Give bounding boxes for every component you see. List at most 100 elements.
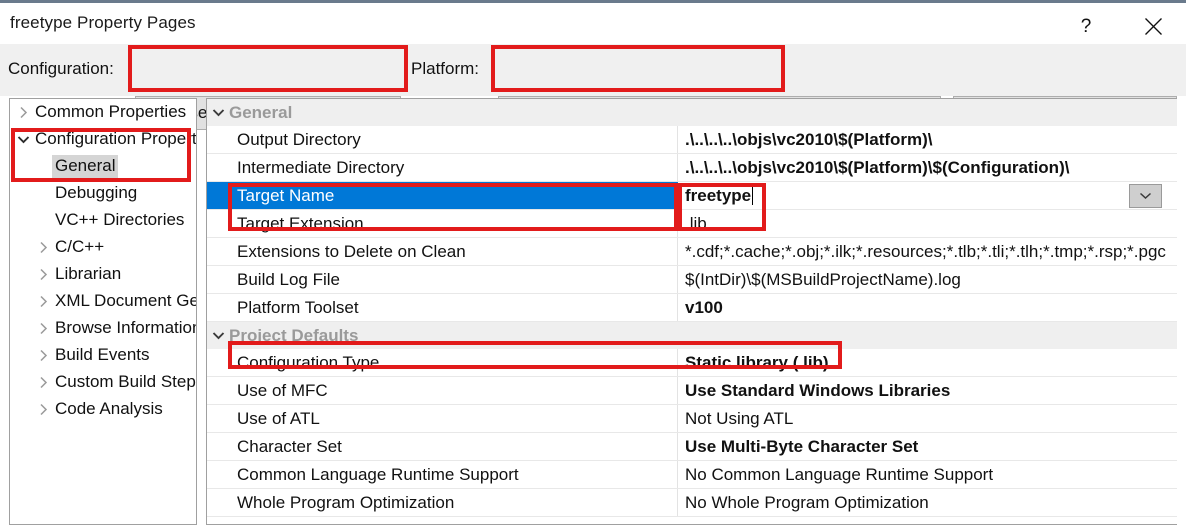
property-name: Common Language Runtime Support (207, 461, 678, 488)
tree-item-label: Librarian (52, 263, 124, 286)
property-value-text: freetype (685, 186, 751, 206)
close-icon (1144, 17, 1163, 36)
property-row[interactable]: Output Directory .\..\..\..\objs\vc2010\$… (207, 126, 1177, 154)
property-value-text: No Whole Program Optimization (685, 493, 929, 513)
title-bar: freetype Property Pages ? (0, 0, 1186, 44)
configuration-label: Configuration: (8, 59, 114, 79)
help-button[interactable]: ? (1063, 6, 1109, 47)
property-value[interactable]: .\..\..\..\objs\vc2010\$(Platform)\$(Con… (678, 154, 1177, 181)
grid-category-project-defaults[interactable]: Project Defaults (207, 322, 1177, 349)
property-row[interactable]: Whole Program Optimization No Whole Progr… (207, 489, 1177, 517)
grid-category-label: General (229, 103, 292, 123)
property-value-text: $(IntDir)\$(MSBuildProjectName).log (685, 270, 961, 290)
property-pages-dialog: freetype Property Pages ? Configuration:… (0, 0, 1186, 525)
property-name: Target Name (207, 182, 678, 209)
tree-item-label: Browse Information (52, 317, 197, 340)
property-value-text: .\..\..\..\objs\vc2010\$(Platform)\ (685, 130, 933, 150)
tree-item-label: XML Document Generator (52, 290, 197, 313)
tree-item-code-analysis[interactable]: Code Analysis (10, 396, 196, 423)
close-button[interactable] (1130, 6, 1176, 47)
property-name: Output Directory (207, 126, 678, 153)
property-value[interactable]: No Common Language Runtime Support (678, 461, 1177, 488)
property-row[interactable]: Intermediate Directory .\..\..\..\objs\vc… (207, 154, 1177, 182)
property-value[interactable]: Not Using ATL (678, 405, 1177, 432)
tree-item-label: C/C++ (52, 236, 107, 259)
tree-item-label: Code Analysis (52, 398, 166, 421)
property-name: Build Log File (207, 266, 678, 293)
chevron-right-icon[interactable] (34, 295, 52, 308)
question-mark-icon: ? (1081, 17, 1092, 36)
property-value[interactable]: .lib (678, 210, 1177, 237)
configuration-toolbar: Configuration: Release Multithreaded Pla… (0, 44, 1186, 96)
property-row[interactable]: Target Extension.lib (207, 210, 1177, 238)
tree-item-label: VC++ Directories (52, 209, 187, 232)
chevron-down-icon[interactable] (207, 331, 229, 340)
property-value-text: Static library (.lib) (685, 353, 829, 373)
property-row[interactable]: Target Name freetype (207, 182, 1177, 210)
property-value[interactable]: freetype (678, 182, 1177, 209)
tree-item-vc-directories[interactable]: VC++ Directories (10, 207, 196, 234)
property-name: Use of MFC (207, 377, 678, 404)
property-value[interactable]: .\..\..\..\objs\vc2010\$(Platform)\ (678, 126, 1177, 153)
chevron-right-icon[interactable] (34, 241, 52, 254)
tree-item-label: Build Events (52, 344, 153, 367)
property-row[interactable]: Use of MFC Use Standard Windows Libraries (207, 377, 1177, 405)
property-value-text: Use Standard Windows Libraries (685, 381, 950, 401)
property-row[interactable]: Build Log File $(IntDir)\$(MSBuildProject… (207, 266, 1177, 294)
property-row[interactable]: Configuration TypeStatic library (.lib) (207, 349, 1177, 377)
tree-item-debugging[interactable]: Debugging (10, 180, 196, 207)
property-value-dropdown-button[interactable] (1129, 184, 1162, 208)
property-name: Platform Toolset (207, 294, 678, 321)
property-value[interactable]: Use Multi-Byte Character Set (678, 433, 1177, 460)
tree-item-browse-information[interactable]: Browse Information (10, 315, 196, 342)
property-value-text: Use Multi-Byte Character Set (685, 437, 918, 457)
property-value[interactable]: $(IntDir)\$(MSBuildProjectName).log (678, 266, 1177, 293)
property-value[interactable]: v100 (678, 294, 1177, 321)
chevron-down-icon[interactable] (14, 135, 32, 144)
property-value[interactable]: Static library (.lib) (678, 349, 1177, 376)
property-value[interactable]: *.cdf;*.cache;*.obj;*.ilk;*.resources;*.… (678, 238, 1177, 265)
tree-item-label: Custom Build Step (52, 371, 197, 394)
chevron-right-icon[interactable] (34, 349, 52, 362)
tree-item-xml-document-generator[interactable]: XML Document Generator (10, 288, 196, 315)
tree-item-librarian[interactable]: Librarian (10, 261, 196, 288)
tree-item-label: General (52, 155, 118, 178)
property-name: Target Extension (207, 210, 678, 237)
tree-item-label: Common Properties (32, 101, 189, 124)
platform-label: Platform: (411, 59, 479, 79)
property-value-text: Not Using ATL (685, 409, 793, 429)
property-value-text: No Common Language Runtime Support (685, 465, 993, 485)
tree-item-build-events[interactable]: Build Events (10, 342, 196, 369)
tree-item-custom-build-step[interactable]: Custom Build Step (10, 369, 196, 396)
property-value[interactable]: No Whole Program Optimization (678, 489, 1177, 516)
grid-category-general[interactable]: General (207, 99, 1177, 126)
tree-item-configuration-properties[interactable]: Configuration Properties (10, 126, 196, 153)
window-title: freetype Property Pages (10, 13, 196, 33)
property-row[interactable]: Extensions to Delete on Clean*.cdf;*.cac… (207, 238, 1177, 266)
grid-category-label: Project Defaults (229, 326, 358, 346)
property-row[interactable]: Common Language Runtime Support No Common… (207, 461, 1177, 489)
text-cursor-caret (752, 186, 753, 205)
chevron-right-icon[interactable] (34, 268, 52, 281)
property-row[interactable]: Use of ATLNot Using ATL (207, 405, 1177, 433)
tree-item-c-c[interactable]: C/C++ (10, 234, 196, 261)
property-row[interactable]: Platform Toolset v100 (207, 294, 1177, 322)
tree-item-general[interactable]: General (10, 153, 196, 180)
property-name: Intermediate Directory (207, 154, 678, 181)
property-grid[interactable]: General Output Directory .\..\..\..\objs\v… (206, 98, 1177, 525)
tree-item-common-properties[interactable]: Common Properties (10, 99, 196, 126)
chevron-right-icon[interactable] (34, 376, 52, 389)
chevron-down-icon[interactable] (207, 108, 229, 117)
chevron-right-icon[interactable] (14, 106, 32, 119)
chevron-right-icon[interactable] (34, 322, 52, 335)
property-value[interactable]: Use Standard Windows Libraries (678, 377, 1177, 404)
tree-item-label: Configuration Properties (32, 128, 197, 151)
chevron-right-icon[interactable] (34, 403, 52, 416)
properties-tree[interactable]: Common Properties Configuration Propertie… (9, 98, 197, 525)
property-row[interactable]: Character Set Use Multi-Byte Character Se… (207, 433, 1177, 461)
property-name: Whole Program Optimization (207, 489, 678, 516)
property-name: Extensions to Delete on Clean (207, 238, 678, 265)
property-name: Character Set (207, 433, 678, 460)
property-value-text: v100 (685, 298, 723, 318)
property-value-text: .\..\..\..\objs\vc2010\$(Platform)\$(Con… (685, 158, 1069, 178)
